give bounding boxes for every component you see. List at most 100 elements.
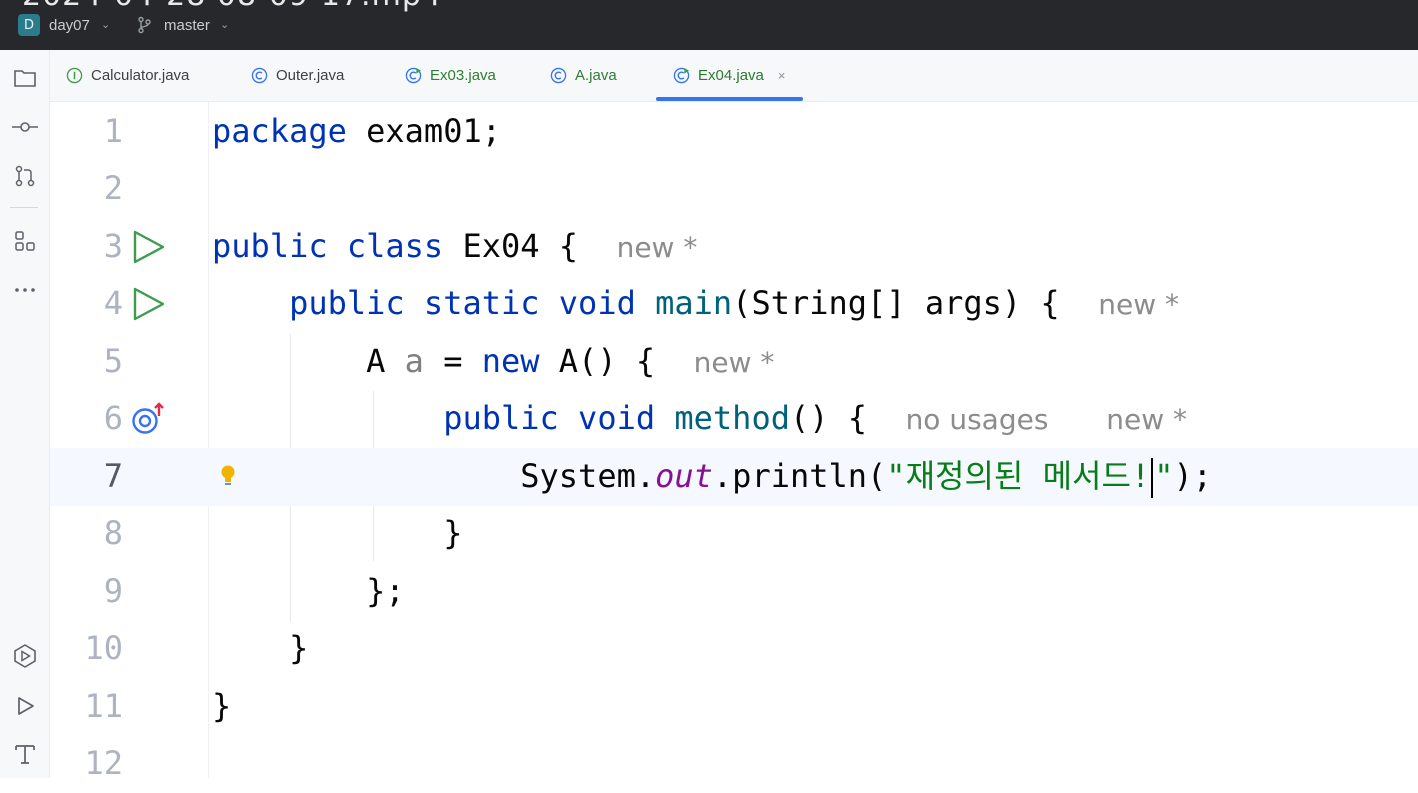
class-icon [251,67,268,84]
branch-chevron-down-icon[interactable]: ⌄ [220,18,229,31]
code-text[interactable]: } [212,620,308,678]
class-name: Ex04 { [443,227,579,265]
keyword: class [346,227,444,265]
line-number[interactable]: 4 [50,275,123,333]
run-icon[interactable] [11,692,39,720]
string-literal-end: " [1154,457,1174,495]
usages-hint[interactable]: no usages [906,403,1049,436]
line-number[interactable]: 7 [50,448,123,506]
close-icon[interactable]: × [778,68,786,83]
project-name[interactable]: day07 [49,17,90,34]
inlay-hint[interactable]: new * [1106,403,1187,436]
tab-label: Calculator.java [91,67,190,84]
tab-ex03-java[interactable]: Ex03.java [405,50,496,101]
code-line-current: 7 System.out.println("재정의된 메서드! "); [50,448,1418,506]
code-line: 2 [50,160,1418,218]
branch-icon[interactable] [137,16,151,34]
code-line: 10 } [50,620,1418,678]
code-line: 9 }; [50,563,1418,621]
tab-a-java[interactable]: A.java [550,50,617,101]
more-icon[interactable] [11,276,39,304]
method-name: method [674,399,790,437]
video-filename-overlay: 2024-04-28 08-09-17.mp4 [22,0,442,13]
class-run-icon [673,67,690,84]
keyword: public [443,399,559,437]
keyword: new [481,342,540,380]
tab-label: Outer.java [276,67,345,84]
active-tab-indicator [656,97,803,101]
line-number[interactable]: 5 [50,333,123,391]
code-text[interactable]: A a = new A() { new * [212,333,774,392]
line-number[interactable]: 2 [50,160,123,218]
code-line: 12 [50,735,1418,793]
inlay-hint[interactable]: new * [1098,288,1179,321]
tab-label: A.java [575,67,617,84]
services-icon[interactable] [11,642,39,670]
code-line: 8 } [50,505,1418,563]
tab-outer-java[interactable]: Outer.java [251,50,344,101]
code-line: 3 public class Ex04 { new * [50,218,1418,276]
package-name: exam01; [346,112,501,150]
method-name: main [655,284,733,322]
code-text[interactable]: }; [212,563,405,621]
line-number[interactable]: 3 [50,218,123,276]
keyword: void [558,284,636,322]
class-icon [550,67,567,84]
line-number[interactable]: 1 [50,103,123,161]
type-name: A [366,342,405,380]
text-caret [1151,458,1154,498]
keyword: static [423,284,540,322]
string-literal: "재정의된 메서드! [886,457,1151,495]
pull-request-icon[interactable] [11,162,39,190]
code-line: 11 } [50,678,1418,736]
closing-brace: }; [366,572,405,610]
constructor: A() { [539,342,656,380]
method-call: .println( [712,457,887,495]
title-bar: 2024-04-28 08-09-17.mp4 D day07 ⌄ master… [0,0,1418,50]
inlay-hint[interactable]: new * [694,346,775,379]
tab-calculator-java[interactable]: Calculator.java [66,50,189,101]
code-line: 5 A a = new A() { new * [50,333,1418,391]
class-ref: System. [520,457,656,495]
line-number[interactable]: 11 [50,678,123,736]
code-text[interactable]: public void method() { no usages new * [212,390,1187,449]
tool-separator [10,207,38,208]
branch-name[interactable]: master [164,17,210,34]
keyword: package [212,112,347,150]
line-number[interactable]: 10 [50,620,123,678]
closing-brace: } [212,687,232,725]
code-line: 4 public static void main(String[] args)… [50,275,1418,333]
code-text[interactable]: } [212,678,231,736]
code-text[interactable]: } [212,505,462,563]
closing-brace: } [289,629,309,667]
inlay-hint[interactable]: new * [617,231,698,264]
code-text[interactable]: System.out.println("재정의된 메서드! "); [212,448,1212,506]
terminal-icon[interactable] [11,740,39,768]
project-chevron-down-icon[interactable]: ⌄ [101,18,110,31]
variable: a [404,342,424,380]
code-text[interactable]: public static void main(String[] args) {… [212,275,1179,334]
tab-label: Ex04.java [698,67,764,84]
project-badge[interactable]: D [18,14,40,36]
commit-icon[interactable] [11,113,39,141]
statement-end: ); [1173,457,1212,495]
project-folder-icon[interactable] [11,64,39,92]
tab-ex04-java[interactable]: Ex04.java × [673,50,785,101]
run-main-icon[interactable] [132,287,166,321]
run-class-icon[interactable] [132,230,166,264]
interface-icon [66,67,83,84]
implements-method-icon[interactable] [132,402,166,436]
closing-brace: } [443,514,463,552]
code-line: 1 package exam01; [50,103,1418,161]
line-number[interactable]: 6 [50,390,123,448]
line-number[interactable]: 8 [50,505,123,563]
params: (String[] args) { [732,284,1060,322]
line-number[interactable]: 12 [50,735,123,793]
class-run-icon [405,67,422,84]
code-editor[interactable]: 1 package exam01; 2 3 public class Ex04 … [50,102,1418,782]
structure-icon[interactable] [11,227,39,255]
keyword: public [212,227,328,265]
line-number[interactable]: 9 [50,563,123,621]
code-text[interactable]: public class Ex04 { new * [212,218,697,277]
code-text[interactable]: package exam01; [212,103,501,161]
